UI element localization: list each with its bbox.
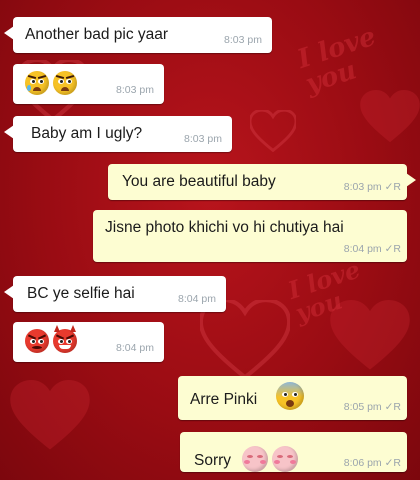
message-outgoing[interactable]: Sorry 8:06 pm ✓R [180, 432, 407, 472]
fearful-face-icon [276, 382, 304, 410]
read-receipt-icon: ✓R [384, 401, 401, 413]
message-timestamp: 8:06 pm ✓R [343, 457, 401, 469]
read-receipt-icon: ✓R [384, 457, 401, 469]
message-incoming[interactable]: Another bad pic yaar 8:03 pm [4, 17, 272, 53]
message-text: BC ye selfie hai [27, 285, 135, 302]
heart-decoration-icon [250, 110, 296, 152]
message-text: Arre Pinki [190, 391, 258, 408]
message-incoming[interactable]: Baby am I ugly? 8:03 pm [4, 116, 232, 152]
read-receipt-icon: ✓R [384, 181, 401, 193]
message-incoming[interactable]: 8:03 pm [13, 64, 164, 104]
message-timestamp: 8:03 pm [184, 133, 222, 145]
message-timestamp: 8:04 pm [116, 342, 154, 354]
message-text: Sorry [194, 452, 232, 469]
message-outgoing[interactable]: Arre Pinki 8:05 pm ✓R [178, 376, 407, 420]
message-text: You are beautiful baby [122, 173, 276, 190]
message-outgoing[interactable]: Jisne photo khichi vo hi chutiya hai 8:0… [93, 210, 407, 262]
worried-face-icon [25, 71, 49, 95]
heart-decoration-icon [200, 300, 290, 380]
heart-decoration-icon [360, 90, 420, 143]
heart-decoration-icon [10, 380, 90, 450]
wallpaper-text: I love you [294, 21, 380, 100]
devil-face-icon [53, 325, 77, 353]
message-text: Baby am I ugly? [31, 125, 143, 142]
message-incoming[interactable]: BC ye selfie hai 8:04 pm [4, 276, 226, 312]
message-timestamp: 8:04 pm [178, 293, 216, 305]
message-timestamp: 8:03 pm [116, 84, 154, 96]
message-incoming[interactable]: 8:04 pm [13, 322, 164, 362]
message-timestamp: 8:03 pm [224, 34, 262, 46]
message-text: Another bad pic yaar [25, 26, 169, 43]
message-timestamp: 8:05 pm ✓R [343, 401, 401, 413]
angry-face-icon [25, 329, 49, 353]
message-text: Jisne photo khichi vo hi chutiya hai [105, 219, 344, 236]
read-receipt-icon: ✓R [384, 243, 401, 255]
blushing-face-icon [242, 446, 268, 472]
message-timestamp: 8:04 pm ✓R [343, 243, 401, 255]
message-timestamp: 8:03 pm ✓R [343, 181, 401, 193]
message-outgoing[interactable]: You are beautiful baby 8:03 pm ✓R [108, 164, 416, 200]
blushing-face-icon [272, 446, 298, 472]
worried-face-icon [53, 71, 77, 95]
